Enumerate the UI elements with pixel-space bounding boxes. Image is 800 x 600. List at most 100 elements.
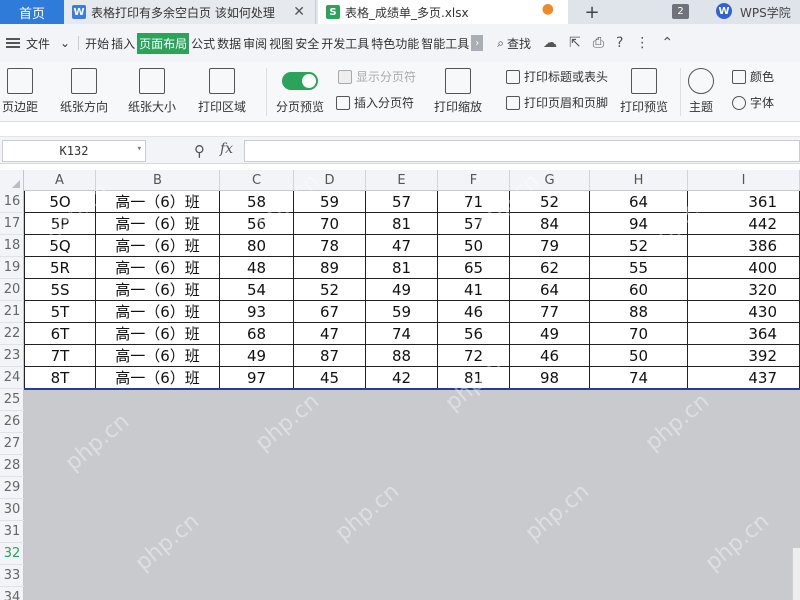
cell-h16[interactable]: 64 (590, 191, 688, 213)
column-header-e[interactable]: E (366, 170, 438, 191)
tab-count-badge[interactable]: 2 (672, 4, 689, 19)
row-header-32[interactable]: 32 (0, 543, 24, 565)
cell-h21[interactable]: 88 (590, 301, 688, 323)
cell-f24[interactable]: 81 (438, 367, 510, 389)
vertical-scrollbar[interactable] (792, 548, 800, 600)
cell-d22[interactable]: 47 (294, 323, 366, 345)
cell-d23[interactable]: 87 (294, 345, 366, 367)
chevron-down-icon[interactable]: ▾ (137, 144, 142, 154)
cell-h20[interactable]: 60 (590, 279, 688, 301)
row-header-29[interactable]: 29 (0, 477, 24, 499)
row-header-33[interactable]: 33 (0, 565, 24, 587)
theme-button[interactable]: 主题 (688, 68, 714, 115)
cell-g20[interactable]: 64 (510, 279, 590, 301)
menu-page-layout[interactable]: 页面布局 (137, 32, 190, 54)
cell-d16[interactable]: 59 (294, 191, 366, 213)
menu-special[interactable]: 特色功能 (371, 33, 419, 54)
wps-academy-link[interactable]: WPS学院 (740, 4, 791, 21)
cell-g24[interactable]: 98 (510, 367, 590, 389)
cell-c16[interactable]: 58 (220, 191, 294, 213)
cell-f17[interactable]: 57 (438, 213, 510, 235)
header-footer-button[interactable]: 打印页眉和页脚 (506, 94, 608, 111)
column-header-b[interactable]: B (96, 170, 220, 191)
cell-i24[interactable]: 437 (688, 367, 800, 389)
cell-b19[interactable]: 高一（6）班 (96, 257, 220, 279)
cell-i23[interactable]: 392 (688, 345, 800, 367)
row-header-28[interactable]: 28 (0, 455, 24, 477)
column-header-h[interactable]: H (590, 170, 688, 191)
cell-h24[interactable]: 74 (590, 367, 688, 389)
chevron-down-icon[interactable]: ⌄ (60, 34, 70, 52)
margins-button[interactable]: 页边距 (2, 68, 38, 115)
row-header-17[interactable]: 17 (0, 213, 24, 235)
cell-i21[interactable]: 430 (688, 301, 800, 323)
cell-f23[interactable]: 72 (438, 345, 510, 367)
cell-c24[interactable]: 97 (220, 367, 294, 389)
cell-h19[interactable]: 55 (590, 257, 688, 279)
cell-b20[interactable]: 高一（6）班 (96, 279, 220, 301)
menu-more-icon[interactable]: › (471, 35, 484, 51)
cell-c18[interactable]: 80 (220, 235, 294, 257)
cell-g23[interactable]: 46 (510, 345, 590, 367)
cell-e17[interactable]: 81 (366, 213, 438, 235)
cell-b22[interactable]: 高一（6）班 (96, 323, 220, 345)
cell-f18[interactable]: 50 (438, 235, 510, 257)
column-header-i[interactable]: I (688, 170, 800, 191)
cell-d24[interactable]: 45 (294, 367, 366, 389)
menu-formulas[interactable]: 公式 (191, 33, 215, 54)
cell-i18[interactable]: 386 (688, 235, 800, 257)
paper-size-button[interactable]: 纸张大小 (128, 68, 176, 115)
cell-c21[interactable]: 93 (220, 301, 294, 323)
cell-a20[interactable]: 5S (24, 279, 96, 301)
cell-e18[interactable]: 47 (366, 235, 438, 257)
menu-file[interactable]: 文件 (26, 33, 50, 54)
menu-home[interactable]: 开始 (85, 33, 109, 54)
cell-d19[interactable]: 89 (294, 257, 366, 279)
cell-c22[interactable]: 68 (220, 323, 294, 345)
row-header-30[interactable]: 30 (0, 499, 24, 521)
cell-b17[interactable]: 高一（6）班 (96, 213, 220, 235)
cell-d18[interactable]: 78 (294, 235, 366, 257)
row-header-18[interactable]: 18 (0, 235, 24, 257)
cell-a17[interactable]: 5P (24, 213, 96, 235)
export-icon[interactable]: ⎙ (593, 35, 604, 51)
cell-g17[interactable]: 84 (510, 213, 590, 235)
share-icon[interactable]: ⇱ (569, 35, 581, 51)
cell-b21[interactable]: 高一（6）班 (96, 301, 220, 323)
print-scaling-button[interactable]: 打印缩放 (434, 68, 482, 115)
cell-a18[interactable]: 5Q (24, 235, 96, 257)
cell-a22[interactable]: 6T (24, 323, 96, 345)
row-header-34[interactable]: 34 (0, 587, 24, 600)
cell-e22[interactable]: 74 (366, 323, 438, 345)
tab-home[interactable]: 首页 (0, 0, 64, 24)
more-options-icon[interactable]: ⋮ (635, 35, 649, 51)
menu-data[interactable]: 数据 (217, 33, 241, 54)
cell-f20[interactable]: 41 (438, 279, 510, 301)
cell-d17[interactable]: 70 (294, 213, 366, 235)
menu-security[interactable]: 安全 (295, 33, 319, 54)
cell-i19[interactable]: 400 (688, 257, 800, 279)
menu-smart-tools[interactable]: 智能工具 (421, 33, 469, 54)
cell-g16[interactable]: 52 (510, 191, 590, 213)
row-header-19[interactable]: 19 (0, 257, 24, 279)
cell-h17[interactable]: 94 (590, 213, 688, 235)
help-icon[interactable]: ? (616, 35, 623, 51)
cell-f16[interactable]: 71 (438, 191, 510, 213)
row-header-26[interactable]: 26 (0, 411, 24, 433)
cell-h23[interactable]: 50 (590, 345, 688, 367)
cell-a16[interactable]: 5O (24, 191, 96, 213)
fonts-button[interactable]: 字体 (732, 94, 774, 111)
row-header-27[interactable]: 27 (0, 433, 24, 455)
row-header-25[interactable]: 25 (0, 389, 24, 411)
cell-h18[interactable]: 52 (590, 235, 688, 257)
cell-i17[interactable]: 442 (688, 213, 800, 235)
print-titles-button[interactable]: 打印标题或表头 (506, 68, 608, 85)
cell-g18[interactable]: 79 (510, 235, 590, 257)
menu-review[interactable]: 审阅 (243, 33, 267, 54)
tab-spreadsheet[interactable]: S 表格_成绩单_多页.xlsx ● (318, 0, 568, 24)
column-header-g[interactable]: G (510, 170, 590, 191)
search-button[interactable]: ⌕ 查找 (497, 35, 531, 52)
insert-page-break-button[interactable]: 插入分页符 (336, 94, 414, 111)
cell-d21[interactable]: 67 (294, 301, 366, 323)
cell-e20[interactable]: 49 (366, 279, 438, 301)
